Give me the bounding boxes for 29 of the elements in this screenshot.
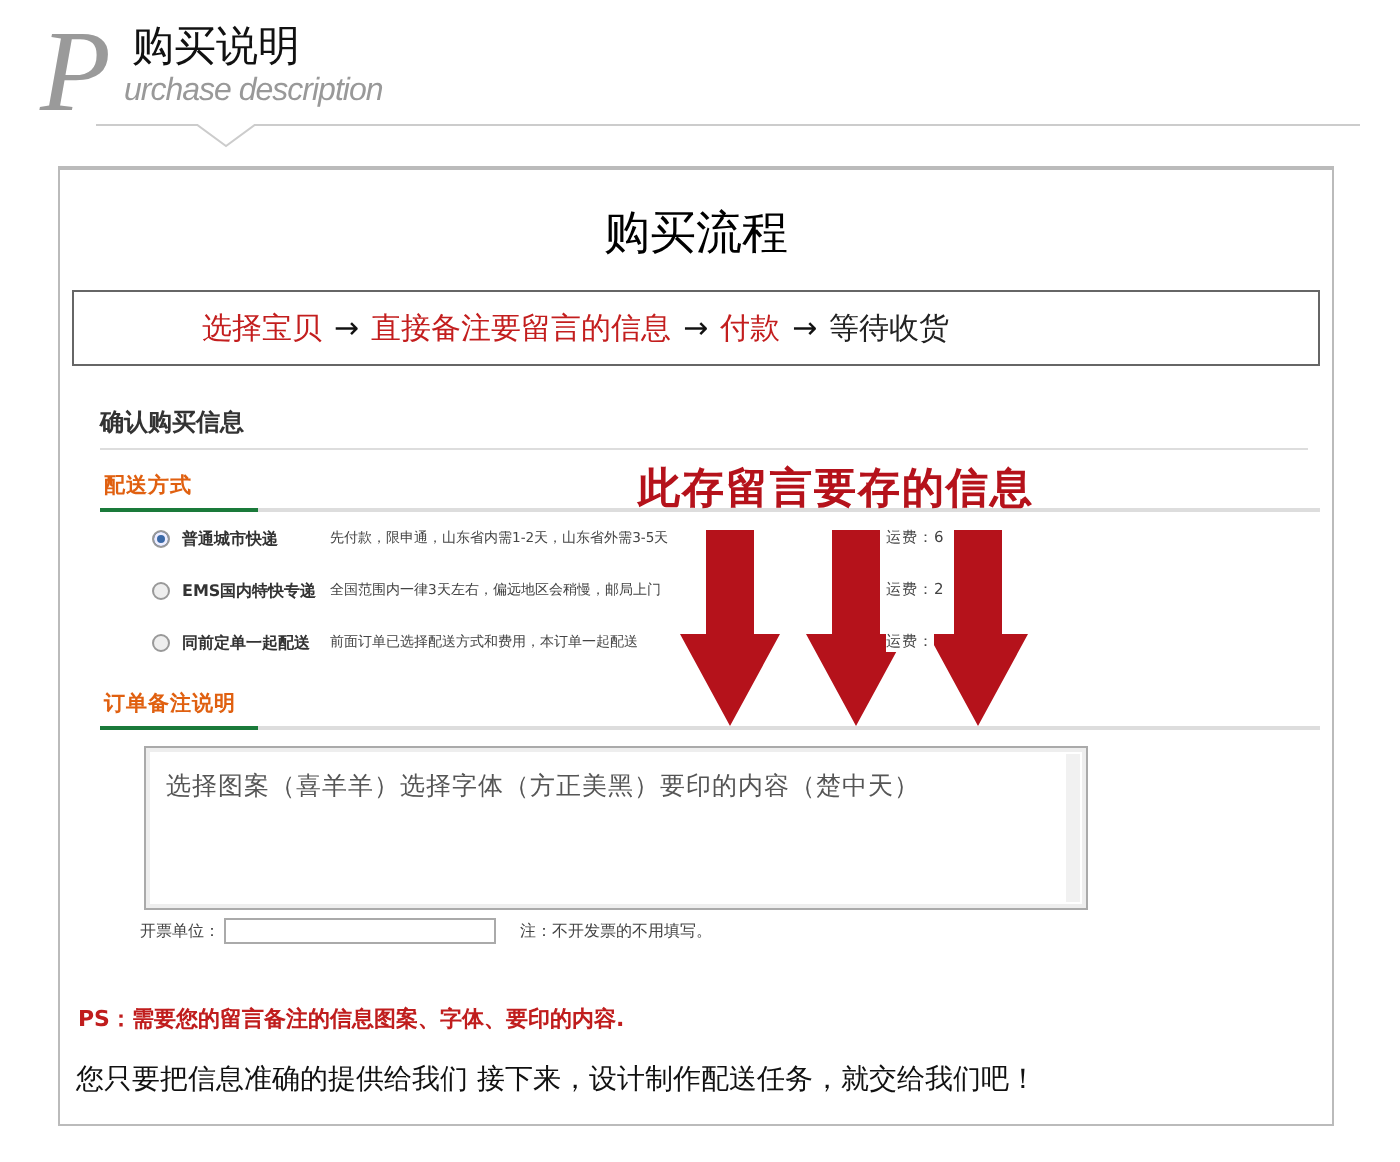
flow-arrow: →	[683, 310, 709, 346]
field-note: 注：不开发票的不用填写。	[520, 920, 712, 942]
flow-arrow: →	[334, 310, 360, 346]
option-label: 同前定单一起配送	[182, 631, 312, 653]
flow-arrow: →	[792, 310, 818, 346]
option-label: EMS国内特快专递	[182, 579, 319, 601]
down-arrow-icon	[680, 530, 780, 726]
section-title: 购买说明	[132, 20, 302, 72]
ps-note: PS：需要您的留言备注的信息图案、字体、要印的内容.	[76, 1004, 627, 1034]
process-step: 选择宝贝	[202, 309, 322, 347]
callout-text: 此存留言要存的信息	[638, 462, 1034, 516]
down-arrow-icon	[928, 530, 1028, 726]
process-step: 付款	[720, 309, 781, 347]
section-heading: 配送方式	[100, 464, 258, 512]
section-heading: 订单备注说明	[100, 682, 258, 730]
radio-button[interactable]	[152, 529, 170, 547]
closing-text: 您只要把信息准确的提供给我们 接下来，设计制作配送任务，就交给我们吧！	[74, 1062, 1039, 1098]
field-label: 开票单位：	[140, 920, 220, 942]
radio-button[interactable]	[152, 581, 170, 599]
section-subtitle: urchase description	[124, 72, 383, 112]
remarks-field[interactable]: 选择图案（喜羊羊）选择字体（方正美黑）要印的内容（楚中天）	[144, 746, 1088, 910]
process-step: 等待收货	[829, 309, 950, 347]
panel-title: 购买流程	[602, 206, 790, 264]
logo-letter: P	[40, 20, 113, 124]
form-title: 确认购买信息	[100, 406, 1308, 450]
process-step: 直接备注要留言的信息	[371, 309, 672, 347]
option-label: 普通城市快递	[182, 527, 280, 549]
invoice-field[interactable]	[224, 918, 496, 944]
radio-button[interactable]	[152, 633, 170, 651]
